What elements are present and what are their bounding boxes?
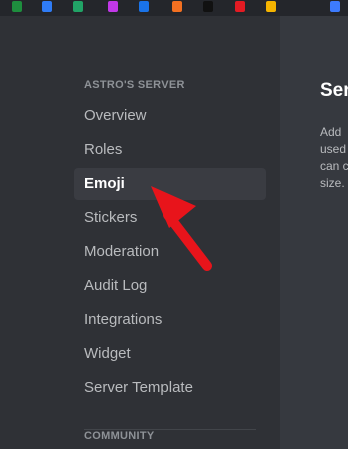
orange-fox-icon[interactable] — [172, 1, 182, 12]
purple-app-icon[interactable] — [108, 1, 118, 12]
sidebar-item-roles[interactable]: Roles — [74, 134, 266, 166]
description-line: size. — [320, 176, 345, 190]
description-line: can c — [320, 159, 348, 173]
description-line: Add — [320, 125, 342, 139]
sidebar-item-label: Integrations — [84, 311, 163, 328]
description-line: used — [320, 142, 347, 156]
page-description: Add used can c size. — [320, 124, 348, 192]
sidebar-item-label: Roles — [84, 141, 123, 158]
community-section-header: COMMUNITY — [84, 430, 155, 442]
red-circle-icon[interactable] — [235, 1, 245, 12]
sidebar-item-label: Emoji — [84, 175, 125, 192]
server-section-header: ASTRO'S SERVER — [84, 79, 185, 91]
bookmarks-bar — [0, 0, 348, 16]
page-title: Ser — [320, 80, 348, 101]
green-sheet-icon[interactable] — [12, 1, 22, 12]
blue-check-icon[interactable] — [139, 1, 149, 12]
sidebar-item-overview[interactable]: Overview — [74, 100, 266, 132]
discord-settings-screen: ASTRO'S SERVER Overview Roles Emoji Stic… — [0, 0, 348, 449]
black-square-icon[interactable] — [203, 1, 213, 12]
blue-gem-icon[interactable] — [330, 1, 340, 12]
green-dollar-icon[interactable] — [73, 1, 83, 12]
sidebar-item-audit-log[interactable]: Audit Log — [74, 270, 266, 302]
sidebar-item-label: Moderation — [84, 243, 160, 260]
sidebar-item-widget[interactable]: Widget — [74, 338, 266, 370]
sidebar-item-stickers[interactable]: Stickers — [74, 202, 266, 234]
yellow-app-icon[interactable] — [266, 1, 276, 12]
blue-app-icon[interactable] — [42, 1, 52, 12]
sidebar-item-label: Audit Log — [84, 277, 148, 294]
sidebar-item-emoji[interactable]: Emoji — [74, 168, 266, 200]
sidebar-item-moderation[interactable]: Moderation — [74, 236, 266, 268]
sidebar-item-label: Overview — [84, 107, 147, 124]
sidebar-item-label: Widget — [84, 345, 131, 362]
settings-sidebar: ASTRO'S SERVER Overview Roles Emoji Stic… — [0, 16, 280, 449]
sidebar-item-label: Server Template — [84, 379, 193, 396]
sidebar-item-server-template[interactable]: Server Template — [74, 372, 266, 404]
sidebar-item-label: Stickers — [84, 209, 138, 226]
sidebar-item-integrations[interactable]: Integrations — [74, 304, 266, 336]
emoji-settings-panel: Ser Add used can c size. — [280, 16, 348, 449]
